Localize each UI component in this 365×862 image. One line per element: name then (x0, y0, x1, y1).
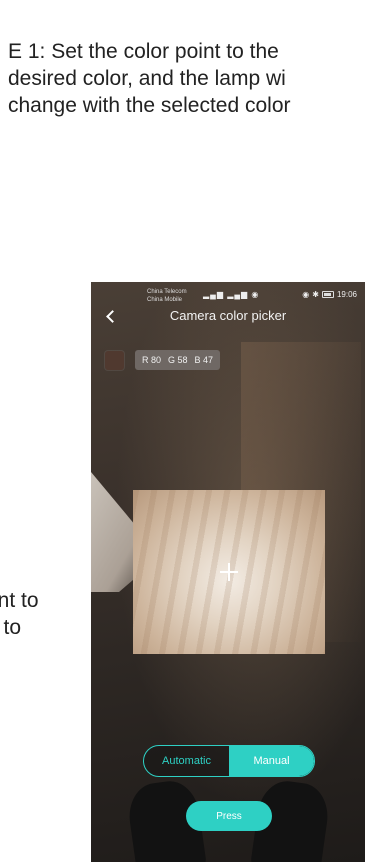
caption-line-2: desired color, and the lamp wi (8, 67, 286, 90)
status-bar: China Telecom China Mobile ▂▄▆ ▂▄▆ ◉ ◉ ✱… (91, 282, 365, 304)
caption-line-1: E 1: Set the color point to the (8, 40, 279, 63)
side-caption-line-2: n to (0, 616, 22, 639)
crosshair-icon[interactable] (220, 563, 238, 581)
title-bar: Camera color picker (91, 304, 365, 328)
side-caption: ant to n to (0, 587, 80, 641)
signal-icon: ▂▄▆ ▂▄▆ ◉ (203, 290, 260, 299)
rgb-readout: R 80 G 58 B 47 (135, 350, 221, 370)
caption-line-3: change with the selected color (8, 94, 291, 117)
carrier-info: China Telecom China Mobile (147, 288, 187, 304)
automatic-mode-button[interactable]: Automatic (144, 746, 229, 776)
phone-screenshot: China Telecom China Mobile ▂▄▆ ▂▄▆ ◉ ◉ ✱… (91, 282, 365, 862)
color-swatch (105, 351, 124, 370)
manual-mode-button[interactable]: Manual (229, 746, 314, 776)
instruction-caption: E 1: Set the color point to the desired … (8, 38, 365, 119)
page-title: Camera color picker (169, 308, 287, 323)
bluetooth-icon: ✱ (312, 290, 319, 299)
blue-value: B 47 (194, 355, 214, 365)
clock-time: 19:06 (336, 290, 357, 299)
eye-icon: ◉ (302, 290, 310, 299)
green-value: G 58 (168, 355, 188, 365)
mode-toggle: Automatic Manual (143, 745, 315, 777)
side-caption-line-1: ant to (0, 589, 39, 612)
red-value: R 80 (142, 355, 162, 365)
carrier-2: China Mobile (147, 297, 183, 303)
status-icons: ◉ ✱ 19:06 (302, 290, 357, 299)
color-picker-area[interactable] (133, 490, 325, 654)
press-button[interactable]: Press (186, 801, 272, 831)
carrier-1: China Telecom (147, 289, 187, 295)
battery-icon (321, 291, 334, 298)
